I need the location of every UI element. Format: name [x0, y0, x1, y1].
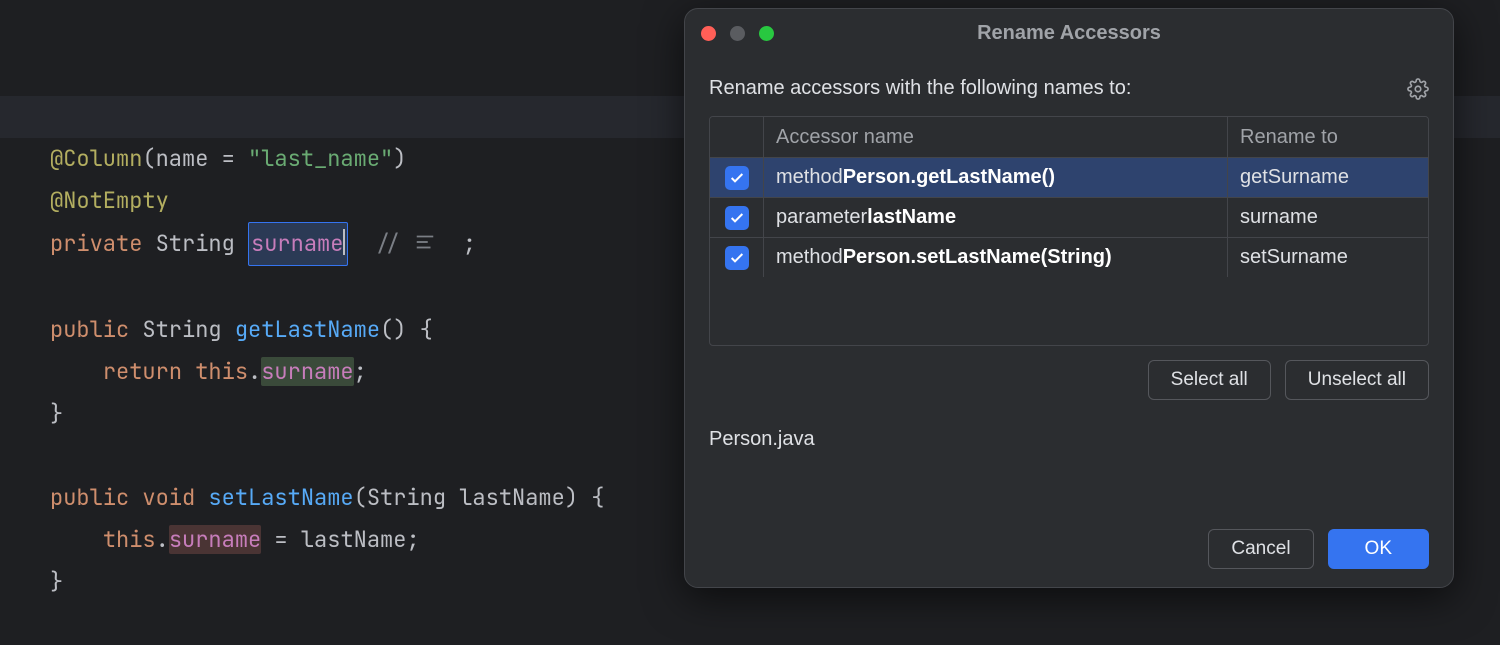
annotation-column: @Column	[50, 144, 142, 173]
type-string: String	[156, 229, 235, 258]
inlay-hints-icon[interactable]	[414, 225, 436, 267]
keyword-public: public	[50, 315, 129, 344]
window-zoom-button[interactable]	[759, 26, 774, 41]
field-usage-write: surname	[169, 525, 261, 554]
annotation-arg-value: "last_name"	[248, 144, 393, 173]
window-minimize-button[interactable]	[730, 26, 745, 41]
gear-icon[interactable]	[1407, 78, 1429, 100]
code-content: @Column(name = "last_name") @NotEmpty pr…	[50, 138, 1500, 603]
dialog-title: Rename Accessors	[685, 22, 1453, 45]
annotation-arg-key: name	[156, 144, 209, 173]
field-usage-read: surname	[261, 357, 353, 386]
text-caret	[343, 229, 345, 255]
window-controls	[701, 26, 774, 41]
setter-method: setLastName	[208, 483, 353, 512]
dialog-titlebar[interactable]: Rename Accessors	[685, 9, 1453, 57]
dialog-prompt: Rename accessors with the following name…	[709, 77, 1131, 100]
comment-marker: //	[375, 229, 401, 258]
keyword-private: private	[50, 229, 142, 258]
keyword-void: void	[142, 483, 195, 512]
rename-target-field[interactable]: surname	[248, 222, 348, 266]
getter-method: getLastName	[235, 315, 380, 344]
setter-param: lastName	[459, 483, 565, 512]
window-close-button[interactable]	[701, 26, 716, 41]
annotation-notempty: @NotEmpty	[50, 186, 169, 215]
